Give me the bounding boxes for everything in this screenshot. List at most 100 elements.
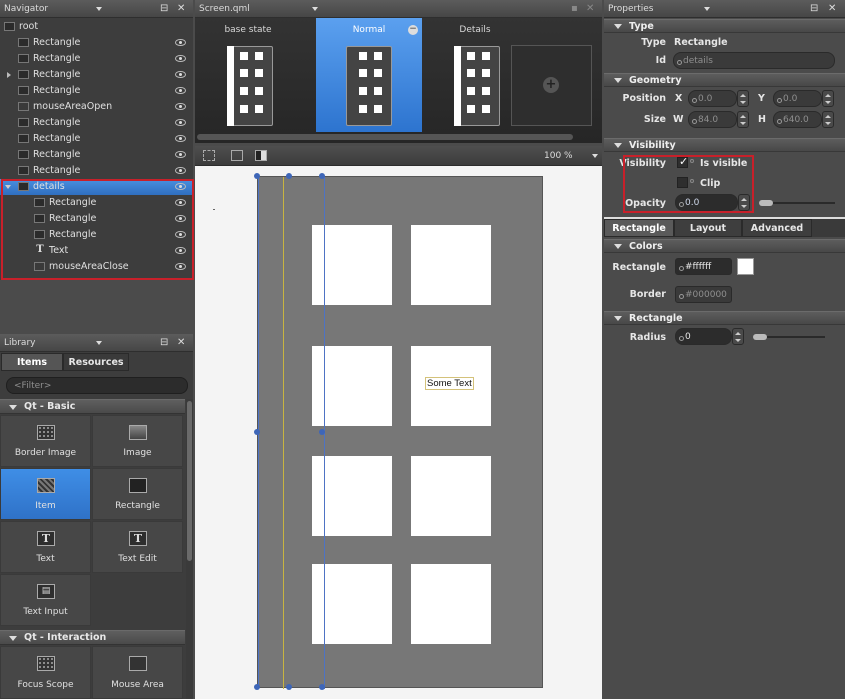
close-icon[interactable]: ✕ — [177, 337, 185, 349]
library-item-text-edit[interactable]: T Text Edit — [92, 521, 183, 573]
visibility-eye-icon[interactable] — [175, 71, 186, 78]
select-tool-icon[interactable] — [203, 150, 215, 161]
file-dropdown-icon[interactable] — [312, 7, 318, 11]
tree-item-rectangle[interactable]: Rectangle — [0, 51, 193, 67]
resize-handle[interactable] — [254, 429, 260, 435]
snap-tool-icon[interactable] — [231, 150, 243, 161]
close-icon[interactable]: ✕ — [828, 3, 836, 15]
tab-layout[interactable]: Layout — [674, 219, 742, 237]
state-base[interactable]: base state — [195, 18, 301, 132]
tree-item-rectangle[interactable]: Rectangle — [0, 35, 193, 51]
tab-resources[interactable]: Resources — [63, 353, 129, 371]
rectangle-color-input[interactable]: #ffffff — [675, 258, 732, 275]
height-input[interactable]: 640.0 — [773, 111, 822, 128]
details-selection-frame[interactable] — [258, 177, 325, 689]
x-input[interactable]: 0.0 — [688, 90, 737, 107]
design-canvas[interactable]: Some Text — [195, 166, 602, 699]
tab-advanced[interactable]: Advanced — [742, 219, 812, 237]
visibility-eye-icon[interactable] — [175, 87, 186, 94]
width-input[interactable]: 84.0 — [688, 111, 737, 128]
resize-handle[interactable] — [254, 684, 260, 690]
library-item-text-input[interactable]: ▤ Text Input — [0, 574, 91, 626]
library-item-rectangle[interactable]: Rectangle — [92, 468, 183, 520]
remove-state-icon[interactable]: − — [408, 25, 418, 35]
library-filter-input[interactable]: <Filter> — [6, 377, 188, 394]
group-colors[interactable]: Colors — [604, 239, 845, 253]
details-highlight-box — [1, 179, 194, 280]
library-item-item[interactable]: Item — [0, 468, 91, 520]
border-color-input[interactable]: #000000 — [675, 286, 732, 303]
rectangle-color-label: Rectangle — [612, 262, 666, 273]
collapsed-arrow-icon[interactable] — [7, 72, 11, 78]
library-scrollbar[interactable] — [186, 399, 193, 699]
group-visibility[interactable]: Visibility — [604, 138, 845, 152]
resize-handle[interactable] — [319, 684, 325, 690]
resize-handle[interactable] — [286, 684, 292, 690]
tree-item-mouseareaopen[interactable]: mouseAreaOpen — [0, 99, 193, 115]
tree-item-rectangle[interactable]: Rectangle — [0, 67, 193, 83]
bounding-box-tool-icon[interactable] — [255, 150, 267, 161]
resize-handle[interactable] — [254, 173, 260, 179]
radius-spinner[interactable] — [732, 328, 744, 345]
undock-icon[interactable]: ⊟ — [160, 3, 168, 15]
tile[interactable]: Some Text — [411, 346, 491, 426]
library-item-focus-scope[interactable]: Focus Scope — [0, 646, 91, 699]
add-state-button[interactable]: + — [511, 45, 592, 126]
tile[interactable] — [411, 564, 491, 644]
library-item-image[interactable]: Image — [92, 415, 183, 467]
visibility-eye-icon[interactable] — [175, 119, 186, 126]
library-item-mouse-area[interactable]: Mouse Area — [92, 646, 183, 699]
states-scrollbar[interactable] — [197, 134, 573, 140]
y-input[interactable]: 0.0 — [773, 90, 822, 107]
group-type[interactable]: Type — [604, 19, 845, 33]
close-file-icon[interactable]: ✕ — [586, 3, 594, 15]
undock-icon[interactable]: ⊟ — [810, 3, 818, 15]
opacity-slider-thumb[interactable] — [759, 200, 773, 206]
section-qt-basic[interactable]: Qt - Basic — [0, 399, 185, 414]
resize-handle[interactable] — [286, 173, 292, 179]
close-icon[interactable]: ✕ — [177, 3, 185, 15]
rectangle-color-swatch[interactable] — [737, 258, 754, 275]
tree-item-rectangle[interactable]: Rectangle — [0, 147, 193, 163]
tree-item-rectangle[interactable]: Rectangle — [0, 131, 193, 147]
tree-item-rectangle[interactable]: Rectangle — [0, 83, 193, 99]
tab-items[interactable]: Items — [1, 353, 63, 371]
tree-item-rectangle[interactable]: Rectangle — [0, 163, 193, 179]
undock-icon[interactable]: ⊟ — [160, 337, 168, 349]
library-item-border-image[interactable]: Border Image — [0, 415, 91, 467]
zoom-level[interactable]: 100 % — [544, 151, 573, 161]
group-geometry[interactable]: Geometry — [604, 73, 845, 87]
width-spinner[interactable] — [737, 111, 749, 128]
tree-item-root[interactable]: root — [0, 19, 193, 35]
resize-handle[interactable] — [319, 173, 325, 179]
section-qt-interaction[interactable]: Qt - Interaction — [0, 630, 185, 645]
radius-input[interactable]: 0 — [675, 328, 732, 345]
tile[interactable] — [411, 456, 491, 536]
tab-rectangle[interactable]: Rectangle — [604, 219, 674, 237]
visibility-eye-icon[interactable] — [175, 135, 186, 142]
y-spinner[interactable] — [822, 90, 834, 107]
height-spinner[interactable] — [822, 111, 834, 128]
some-text[interactable]: Some Text — [425, 377, 474, 390]
x-spinner[interactable] — [737, 90, 749, 107]
tile[interactable] — [411, 225, 491, 305]
visibility-eye-icon[interactable] — [175, 151, 186, 158]
group-rectangle[interactable]: Rectangle — [604, 311, 845, 325]
properties-dropdown-icon[interactable] — [704, 7, 710, 11]
visibility-eye-icon[interactable] — [175, 55, 186, 62]
visibility-eye-icon[interactable] — [175, 39, 186, 46]
tree-item-rectangle[interactable]: Rectangle — [0, 115, 193, 131]
screen-root[interactable]: Some Text — [257, 176, 543, 689]
zoom-dropdown-icon[interactable] — [592, 154, 598, 158]
visibility-eye-icon[interactable] — [175, 167, 186, 174]
state-normal[interactable]: Normal − — [316, 18, 422, 132]
navigator-dropdown-icon[interactable] — [96, 7, 102, 11]
radius-slider-thumb[interactable] — [753, 334, 767, 340]
library-scroll-thumb[interactable] — [187, 401, 192, 561]
id-input[interactable]: details — [673, 52, 835, 69]
visibility-eye-icon[interactable] — [175, 103, 186, 110]
tree-item-label: Rectangle — [33, 133, 81, 144]
library-dropdown-icon[interactable] — [96, 341, 102, 345]
library-item-text[interactable]: T Text — [0, 521, 91, 573]
resize-handle[interactable] — [319, 429, 325, 435]
